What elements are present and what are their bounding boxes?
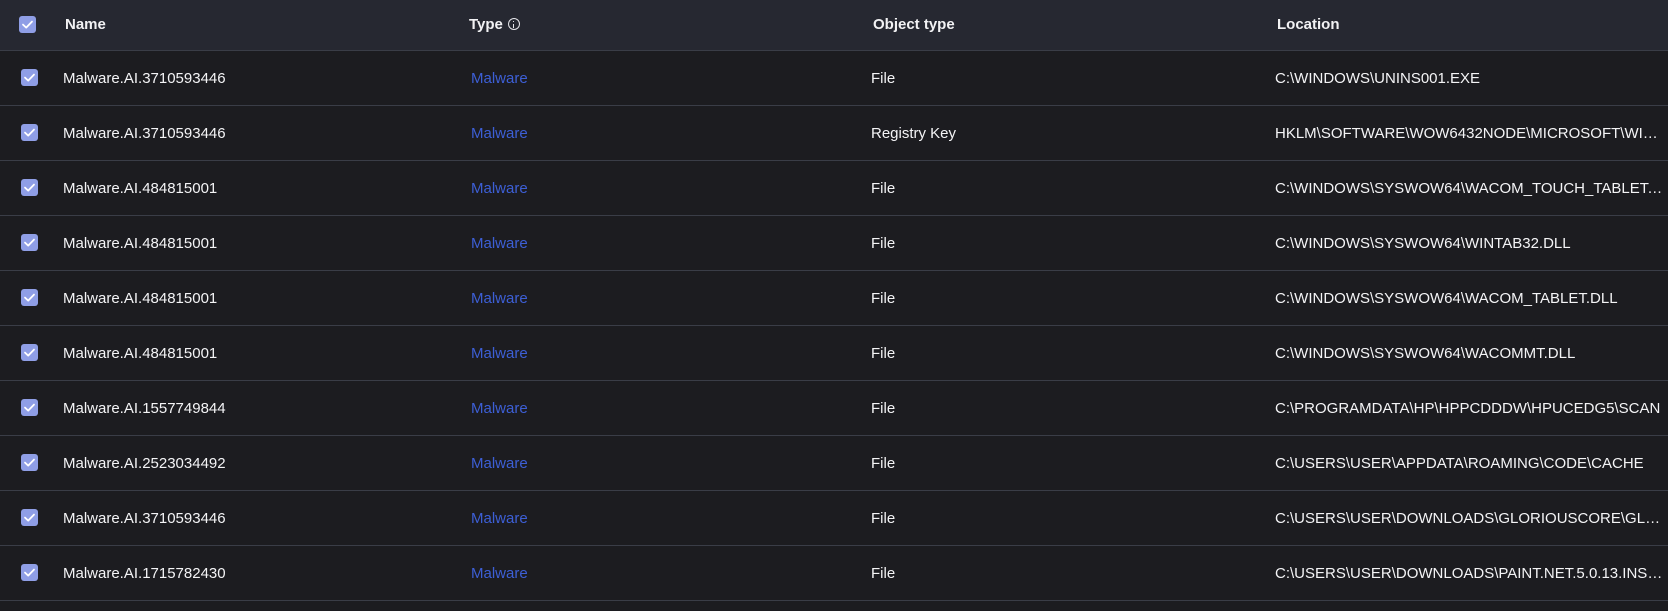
row-object-type: File (871, 455, 896, 472)
info-icon[interactable] (507, 18, 520, 30)
row-name: Malware.AI.484815001 (63, 180, 218, 197)
table-header: Name Type Object type Location (0, 0, 1668, 51)
row-type-link[interactable]: Malware (471, 161, 851, 216)
table-body: Malware.AI.3710593446 Malware File C:\WI… (0, 51, 1668, 601)
table-row[interactable]: Malware.AI.3710593446 Malware File C:\WI… (0, 51, 1668, 106)
row-name: Malware.AI.484815001 (63, 345, 218, 362)
table-row[interactable]: Malware.AI.484815001 Malware File C:\WIN… (0, 271, 1668, 326)
row-location: C:\USERS\USER\APPDATA\ROAMING\CODE\CACHE (1275, 455, 1644, 472)
row-type-link[interactable]: Malware (471, 436, 851, 491)
row-checkbox[interactable] (21, 399, 38, 416)
row-checkbox[interactable] (21, 234, 38, 251)
checkbox-checked-icon (21, 399, 38, 416)
checkbox-checked-icon (21, 289, 38, 306)
row-type-link[interactable]: Malware (471, 381, 851, 436)
checkbox-checked-icon (21, 69, 38, 86)
row-checkbox[interactable] (21, 344, 38, 361)
row-object-type: Registry Key (871, 125, 957, 142)
row-location: HKLM\SOFTWARE\WOW6432NODE\MICROSOFT\WIND… (1275, 125, 1665, 142)
table-row[interactable]: Malware.AI.484815001 Malware File C:\WIN… (0, 216, 1668, 271)
row-location: C:\WINDOWS\UNINS001.EXE (1275, 70, 1481, 87)
checkbox-checked-icon (21, 344, 38, 361)
column-header-object-type[interactable]: Object type (873, 0, 955, 50)
row-object-type: File (871, 510, 896, 527)
row-type-link[interactable]: Malware (471, 546, 851, 601)
select-all-checkbox[interactable] (19, 16, 36, 33)
row-name: Malware.AI.1557749844 (63, 400, 226, 417)
row-type-link[interactable]: Malware (471, 271, 851, 326)
row-name: Malware.AI.2523034492 (63, 455, 226, 472)
row-name: Malware.AI.3710593446 (63, 510, 226, 527)
table-row[interactable]: Malware.AI.2523034492 Malware File C:\US… (0, 436, 1668, 491)
row-checkbox[interactable] (21, 509, 38, 526)
row-location: C:\USERS\USER\DOWNLOADS\GLORIOUSCORE\GLO… (1275, 510, 1665, 527)
table-row[interactable]: Malware.AI.1557749844 Malware File C:\PR… (0, 381, 1668, 436)
checkbox-checked-icon (21, 179, 38, 196)
row-type-link[interactable]: Malware (471, 106, 851, 161)
row-object-type: File (871, 290, 896, 307)
row-object-type: File (871, 345, 896, 362)
row-object-type: File (871, 180, 896, 197)
column-header-type-label: Type (469, 16, 503, 33)
row-checkbox[interactable] (21, 289, 38, 306)
row-type-link[interactable]: Malware (471, 51, 851, 106)
detections-table: Name Type Object type Location Malware.A… (0, 0, 1668, 611)
table-row[interactable]: Malware.AI.484815001 Malware File C:\WIN… (0, 326, 1668, 381)
table-row[interactable]: Malware.AI.1715782430 Malware File C:\US… (0, 546, 1668, 601)
row-type-link[interactable]: Malware (471, 491, 851, 546)
row-location: C:\USERS\USER\DOWNLOADS\PAINT.NET.5.0.13… (1275, 565, 1665, 582)
table-row[interactable]: Malware.AI.3710593446 Malware File C:\US… (0, 491, 1668, 546)
checkbox-checked-icon (21, 509, 38, 526)
row-location: C:\WINDOWS\SYSWOW64\WACOM_TABLET.DLL (1275, 290, 1618, 307)
row-type-link[interactable]: Malware (471, 326, 851, 381)
row-object-type: File (871, 70, 896, 87)
row-name: Malware.AI.3710593446 (63, 70, 226, 87)
row-location: C:\PROGRAMDATA\HP\HPPCDDDW\HPUCEDG5\SCAN (1275, 400, 1661, 417)
row-location: C:\WINDOWS\SYSWOW64\WACOM_TOUCH_TABLET.D… (1275, 180, 1665, 197)
row-checkbox[interactable] (21, 124, 38, 141)
checkbox-checked-icon (21, 564, 38, 581)
row-location: C:\WINDOWS\SYSWOW64\WINTAB32.DLL (1275, 235, 1571, 252)
row-object-type: File (871, 400, 896, 417)
row-type-link[interactable]: Malware (471, 216, 851, 271)
row-name: Malware.AI.1715782430 (63, 565, 226, 582)
row-name: Malware.AI.484815001 (63, 290, 218, 307)
table-row[interactable]: Malware.AI.3710593446 Malware Registry K… (0, 106, 1668, 161)
row-checkbox[interactable] (21, 454, 38, 471)
row-name: Malware.AI.484815001 (63, 235, 218, 252)
column-header-name[interactable]: Name (65, 0, 106, 50)
column-header-type[interactable]: Type (469, 0, 520, 50)
row-checkbox[interactable] (21, 179, 38, 196)
row-object-type: File (871, 565, 896, 582)
row-location: C:\WINDOWS\SYSWOW64\WACOMMT.DLL (1275, 345, 1576, 362)
checkbox-checked-icon (21, 124, 38, 141)
row-checkbox[interactable] (21, 69, 38, 86)
checkbox-checked-icon (21, 454, 38, 471)
table-row[interactable]: Malware.AI.484815001 Malware File C:\WIN… (0, 161, 1668, 216)
row-name: Malware.AI.3710593446 (63, 125, 226, 142)
row-checkbox[interactable] (21, 564, 38, 581)
checkbox-checked-icon (19, 16, 36, 33)
checkbox-checked-icon (21, 234, 38, 251)
row-object-type: File (871, 235, 896, 252)
column-header-location[interactable]: Location (1277, 0, 1340, 50)
